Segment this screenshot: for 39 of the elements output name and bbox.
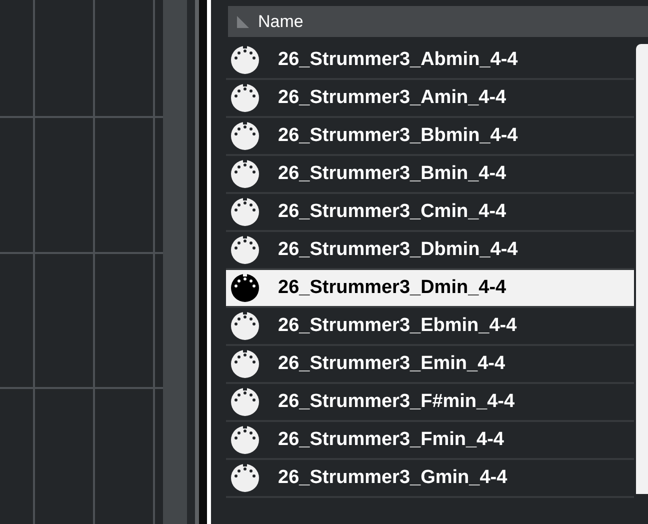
file-name: 26_Strummer3_Abmin_4-4 bbox=[278, 48, 518, 72]
midi-connector-icon bbox=[230, 121, 260, 151]
file-name: 26_Strummer3_F#min_4-4 bbox=[278, 390, 515, 414]
file-row[interactable]: 26_Strummer3_Amin_4-4 bbox=[226, 80, 634, 118]
midi-connector-icon bbox=[230, 197, 260, 227]
column-header[interactable]: Name bbox=[258, 8, 304, 34]
file-name: 26_Strummer3_Dbmin_4-4 bbox=[278, 238, 518, 262]
file-row[interactable]: 26_Strummer3_Ebmin_4-4 bbox=[226, 308, 634, 346]
midi-connector-icon bbox=[230, 349, 260, 379]
midi-connector-icon bbox=[230, 311, 260, 341]
file-row[interactable]: 26_Strummer3_F#min_4-4 bbox=[226, 384, 634, 422]
midi-connector-icon bbox=[230, 425, 260, 455]
file-row[interactable]: 26_Strummer3_Bbmin_4-4 bbox=[226, 118, 634, 156]
file-row[interactable]: 26_Strummer3_Dmin_4-4 bbox=[226, 270, 634, 308]
midi-connector-icon bbox=[230, 463, 260, 493]
midi-connector-icon bbox=[230, 387, 260, 417]
file-row[interactable]: 26_Strummer3_Emin_4-4 bbox=[226, 346, 634, 384]
file-name: 26_Strummer3_Emin_4-4 bbox=[278, 352, 506, 376]
file-name: 26_Strummer3_Amin_4-4 bbox=[278, 86, 506, 110]
file-name: 26_Strummer3_Gmin_4-4 bbox=[278, 466, 508, 490]
scrollbar-thumb[interactable] bbox=[636, 44, 648, 494]
midi-connector-icon bbox=[230, 235, 260, 265]
file-name: 26_Strummer3_Bbmin_4-4 bbox=[278, 124, 518, 148]
file-row[interactable]: 26_Strummer3_Fmin_4-4 bbox=[226, 422, 634, 460]
file-name: 26_Strummer3_Dmin_4-4 bbox=[278, 276, 506, 300]
midi-connector-icon bbox=[230, 45, 260, 75]
file-row[interactable]: 26_Strummer3_Bmin_4-4 bbox=[226, 156, 634, 194]
file-name: 26_Strummer3_Bmin_4-4 bbox=[278, 162, 506, 186]
file-name: 26_Strummer3_Fmin_4-4 bbox=[278, 428, 504, 452]
midi-connector-icon bbox=[230, 159, 260, 189]
file-row[interactable]: 26_Strummer3_Cmin_4-4 bbox=[226, 194, 634, 232]
midi-connector-icon bbox=[230, 273, 260, 303]
sort-icon[interactable] bbox=[236, 14, 250, 28]
file-name: 26_Strummer3_Ebmin_4-4 bbox=[278, 314, 517, 338]
file-row[interactable]: 26_Strummer3_Abmin_4-4 bbox=[226, 42, 634, 80]
midi-connector-icon bbox=[230, 83, 260, 113]
scrollbar-track[interactable] bbox=[163, 0, 187, 524]
file-row[interactable]: 26_Strummer3_Gmin_4-4 bbox=[226, 460, 634, 498]
file-name: 26_Strummer3_Cmin_4-4 bbox=[278, 200, 506, 224]
